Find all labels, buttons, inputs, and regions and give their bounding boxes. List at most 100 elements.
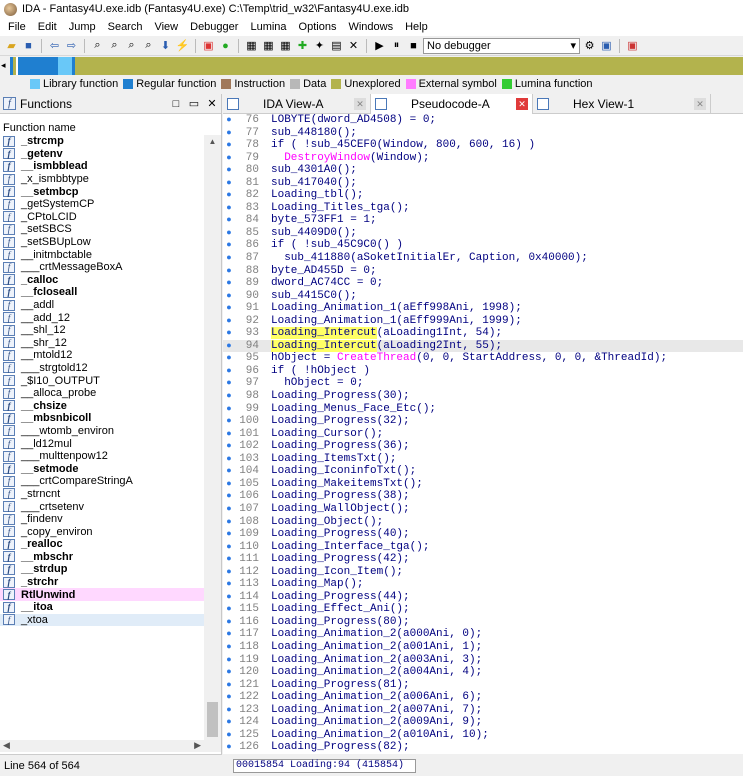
navigation-band-area[interactable]: [10, 57, 743, 75]
back-arrow-icon[interactable]: ⇦: [47, 38, 62, 53]
list-item[interactable]: f _$I10_OUTPUT: [0, 374, 204, 387]
code-line[interactable]: ● 112 Loading_Icon_Item();: [223, 566, 743, 579]
scroll-right-icon[interactable]: ▶: [194, 740, 201, 752]
list-item[interactable]: f __chsize: [0, 399, 204, 412]
breakpoint-dot-icon[interactable]: ●: [223, 654, 235, 667]
close-icon[interactable]: ✕: [516, 98, 528, 110]
breakpoint-dot-icon[interactable]: ●: [223, 440, 235, 453]
segment-icon[interactable]: ▦: [278, 38, 293, 53]
green-dot-icon[interactable]: ●: [218, 38, 233, 53]
list-item[interactable]: f __initmbctable: [0, 248, 204, 261]
pseudocode-view[interactable]: ● 76 LOBYTE(dword_AD4508) = 0; ● 77 sub_44818…: [223, 114, 743, 754]
column-header-function-name[interactable]: Function name: [0, 122, 221, 135]
code-line[interactable]: ● 114 Loading_Progress(44);: [223, 591, 743, 604]
list-item[interactable]: f __shr_12: [0, 337, 204, 350]
stop-icon[interactable]: ■: [406, 38, 421, 53]
pin-icon[interactable]: ✦: [312, 38, 327, 53]
list-item[interactable]: f __mbsnbicoll: [0, 412, 204, 425]
breakpoint-dot-icon[interactable]: ●: [223, 528, 235, 541]
breakpoint-dot-icon[interactable]: ●: [223, 139, 235, 152]
code-line[interactable]: ● 84 byte_573FF1 = 1;: [223, 214, 743, 227]
forward-arrow-icon[interactable]: ⇨: [64, 38, 79, 53]
delete-icon[interactable]: ✕: [346, 38, 361, 53]
scroll-up-icon[interactable]: ▲: [204, 135, 221, 149]
breakpoint-dot-icon[interactable]: ●: [223, 390, 235, 403]
breakpoint-dot-icon[interactable]: ●: [223, 352, 235, 365]
code-line[interactable]: ● 118 Loading_Animation_2(a001Ani, 1);: [223, 641, 743, 654]
code-line[interactable]: ● 108 Loading_Object();: [223, 516, 743, 529]
code-line[interactable]: ● 111 Loading_Progress(42);: [223, 553, 743, 566]
nav-left-arrow-icon[interactable]: ◂: [1, 60, 6, 71]
float-icon[interactable]: ▭: [185, 97, 203, 110]
list-item[interactable]: f __strdup: [0, 563, 204, 576]
code-line[interactable]: ● 120 Loading_Animation_2(a004Ani, 4);: [223, 666, 743, 679]
close-icon[interactable]: ✕: [203, 97, 221, 110]
graph-icon[interactable]: ▣: [201, 38, 216, 53]
code-line[interactable]: ● 121 Loading_Progress(81);: [223, 679, 743, 692]
list-item[interactable]: f _setSBCS: [0, 223, 204, 236]
breakpoint-dot-icon[interactable]: ●: [223, 114, 235, 127]
list-item[interactable]: f __ld12mul: [0, 437, 204, 450]
list-item[interactable]: f ___wtomb_environ: [0, 425, 204, 438]
code-line[interactable]: ● 89 dword_AC74CC = 0;: [223, 277, 743, 290]
breakpoint-dot-icon[interactable]: ●: [223, 265, 235, 278]
list-item[interactable]: f _findenv: [0, 513, 204, 526]
breakpoint-dot-icon[interactable]: ●: [223, 377, 235, 390]
code-line[interactable]: ● 77 sub_448180();: [223, 127, 743, 140]
patch-icon[interactable]: ▤: [329, 38, 344, 53]
code-line[interactable]: ● 99 Loading_Menus_Face_Etc();: [223, 403, 743, 416]
breakpoint-dot-icon[interactable]: ●: [223, 164, 235, 177]
breakpoint-dot-icon[interactable]: ●: [223, 490, 235, 503]
list-item[interactable]: f _CPtoLCID: [0, 211, 204, 224]
code-line[interactable]: ● 79 DestroyWindow(Window);: [223, 152, 743, 165]
breakpoint-dot-icon[interactable]: ●: [223, 252, 235, 265]
enum-icon[interactable]: ▦: [261, 38, 276, 53]
breakpoint-dot-icon[interactable]: ●: [223, 641, 235, 654]
code-line[interactable]: ● 123 Loading_Animation_2(a007Ani, 7);: [223, 704, 743, 717]
scroll-left-icon[interactable]: ◀: [3, 740, 10, 752]
code-line[interactable]: ● 90 sub_4415C0();: [223, 290, 743, 303]
list-item[interactable]: f __mtold12: [0, 349, 204, 362]
list-item[interactable]: f __mbschr: [0, 551, 204, 564]
xref-icon[interactable]: ⚡: [175, 38, 190, 53]
breakpoint-dot-icon[interactable]: ●: [223, 277, 235, 290]
code-line[interactable]: ● 98 Loading_Progress(30);: [223, 390, 743, 403]
breakpoint-dot-icon[interactable]: ●: [223, 578, 235, 591]
list-item[interactable]: f _setSBUpLow: [0, 236, 204, 249]
list-item[interactable]: f _copy_environ: [0, 525, 204, 538]
code-line[interactable]: ● 82 Loading_tbl();: [223, 189, 743, 202]
breakpoint-dot-icon[interactable]: ●: [223, 553, 235, 566]
list-item[interactable]: f ___strgtold12: [0, 362, 204, 375]
breakpoint-dot-icon[interactable]: ●: [223, 566, 235, 579]
list-item[interactable]: f __fcloseall: [0, 286, 204, 299]
list-item[interactable]: f _x_ismbbtype: [0, 173, 204, 186]
code-line[interactable]: ● 81 sub_417040();: [223, 177, 743, 190]
breakpoint-dot-icon[interactable]: ●: [223, 365, 235, 378]
attach-icon[interactable]: ▣: [599, 38, 614, 53]
code-line[interactable]: ● 103 Loading_ItemsTxt();: [223, 453, 743, 466]
list-item[interactable]: f _realloc: [0, 538, 204, 551]
code-line[interactable]: ● 102 Loading_Progress(36);: [223, 440, 743, 453]
find-icon[interactable]: ⌕: [141, 38, 156, 53]
pause-icon[interactable]: ⏸: [389, 38, 404, 53]
close-icon[interactable]: ✕: [354, 98, 366, 110]
code-line[interactable]: ● 115 Loading_Effect_Ani();: [223, 603, 743, 616]
code-line[interactable]: ● 91 Loading_Animation_1(aEff998Ani, 1998)…: [223, 302, 743, 315]
list-item[interactable]: f ___crtCompareStringA: [0, 475, 204, 488]
debugger-options-icon[interactable]: ⚙: [582, 38, 597, 53]
menu-item-options[interactable]: Options: [293, 21, 343, 33]
breakpoint-dot-icon[interactable]: ●: [223, 340, 235, 353]
breakpoint-dot-icon[interactable]: ●: [223, 214, 235, 227]
breakpoint-dot-icon[interactable]: ●: [223, 290, 235, 303]
list-item[interactable]: f __setmode: [0, 462, 204, 475]
code-line[interactable]: ● 85 sub_4409D0();: [223, 227, 743, 240]
code-line[interactable]: ● 101 Loading_Cursor();: [223, 428, 743, 441]
code-line[interactable]: ● 86 if ( !sub_45C9C0() ): [223, 239, 743, 252]
menu-item-help[interactable]: Help: [399, 21, 434, 33]
list-item[interactable]: f _getenv: [0, 148, 204, 161]
breakpoint-dot-icon[interactable]: ●: [223, 177, 235, 190]
plus-icon[interactable]: ✚: [295, 38, 310, 53]
code-line[interactable]: ● 87 sub_411880(aSoketInitialEr, Caption,…: [223, 252, 743, 265]
code-line[interactable]: ● 78 if ( !sub_45CEF0(Window, 800, 600, 16…: [223, 139, 743, 152]
breakpoint-dot-icon[interactable]: ●: [223, 716, 235, 729]
